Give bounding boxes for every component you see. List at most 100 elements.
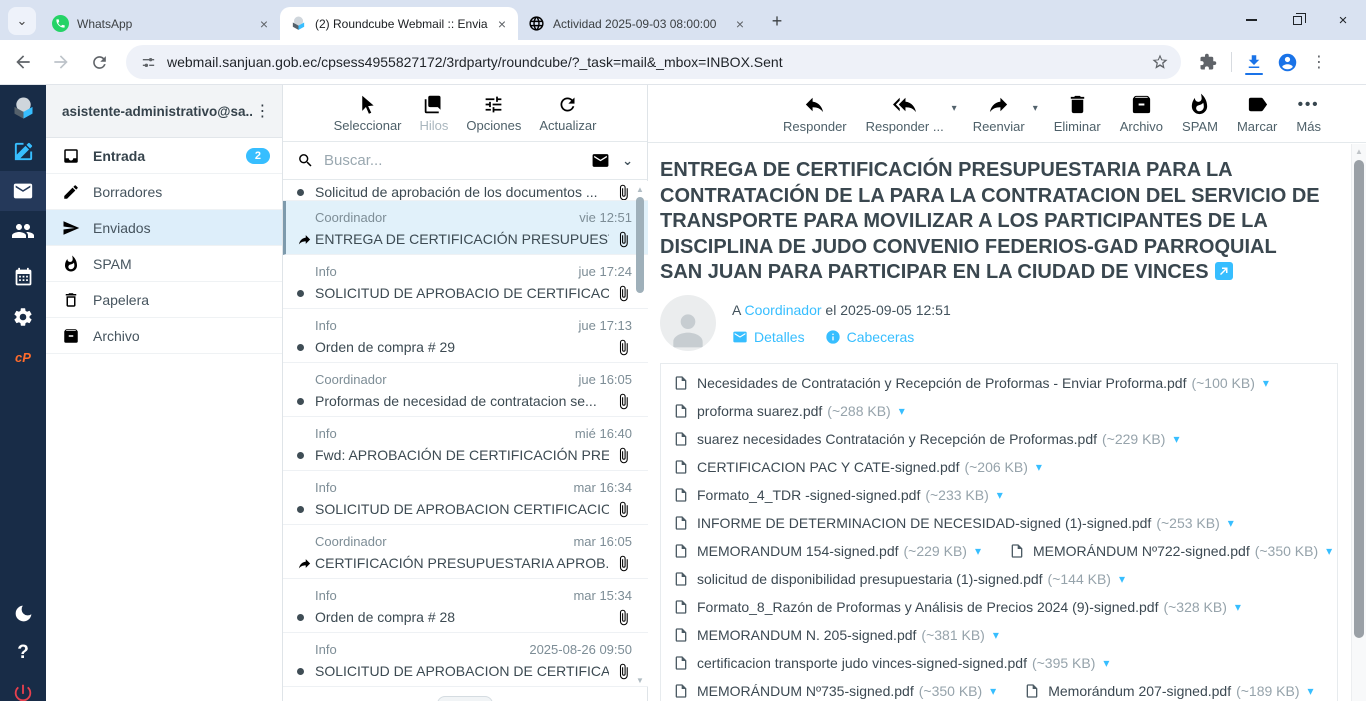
settings-gear-icon[interactable]: [0, 297, 46, 337]
message-row[interactable]: Info2025-08-26 09:50 SOLICITUD DE APROBA…: [283, 633, 648, 687]
attachment-caret-icon[interactable]: ▾: [990, 684, 996, 698]
window-restore-button[interactable]: [1274, 0, 1320, 40]
more-button[interactable]: ••• Más: [1296, 93, 1321, 134]
spam-button[interactable]: SPAM: [1182, 93, 1218, 134]
attachment-caret-icon[interactable]: ▾: [1119, 572, 1125, 586]
tab-close-icon[interactable]: ×: [494, 16, 510, 32]
attachment-caret-icon[interactable]: ▾: [1103, 656, 1109, 670]
sidebar-item-enviados[interactable]: Enviados: [46, 210, 282, 246]
attachment-caret-icon[interactable]: ▾: [997, 488, 1003, 502]
message-row[interactable]: Infomar 15:34 Orden de compra # 28: [283, 579, 648, 633]
attachment[interactable]: MEMORÁNDUM Nº722-signed.pdf(~350 KB)▾: [1009, 543, 1332, 559]
extensions-icon[interactable]: [1193, 47, 1223, 77]
message-row[interactable]: Coordinadormar 16:05 CERTIFICACIÓN PRESU…: [283, 525, 648, 579]
mark-button[interactable]: Marcar: [1237, 93, 1277, 134]
delete-button[interactable]: Eliminar: [1054, 93, 1101, 134]
calendar-icon[interactable]: [0, 257, 46, 297]
cpanel-icon[interactable]: cP: [0, 337, 46, 377]
attachment-caret-icon[interactable]: ▾: [975, 544, 981, 558]
attachment[interactable]: Formato_8_Razón de Proformas y Análisis …: [673, 599, 1241, 615]
help-icon[interactable]: ?: [0, 633, 46, 673]
roundcube-logo[interactable]: [0, 85, 46, 131]
select-button[interactable]: Seleccionar: [334, 94, 402, 133]
attachment[interactable]: MEMORÁNDUM Nº735-signed.pdf(~350 KB)▾: [673, 683, 996, 699]
search-input[interactable]: [324, 152, 591, 169]
forward-button[interactable]: Reenviar ▾: [973, 93, 1025, 134]
tab-close-icon[interactable]: ×: [256, 16, 272, 32]
refresh-button[interactable]: Actualizar: [539, 94, 596, 133]
attachment[interactable]: MEMORANDUM 154-signed.pdf(~229 KB)▾: [673, 543, 981, 559]
scroll-up-icon[interactable]: ▲: [634, 185, 646, 194]
recipient-link[interactable]: Coordinador: [744, 302, 821, 318]
url-text[interactable]: webmail.sanjuan.gob.ec/cpsess4955827172/…: [167, 54, 1151, 70]
scroll-up-icon[interactable]: ▲: [1352, 147, 1366, 156]
headers-link[interactable]: Cabeceras: [825, 329, 915, 345]
tab-search-button[interactable]: ⌄: [8, 7, 36, 35]
forward-caret-icon[interactable]: ▾: [1033, 103, 1038, 114]
sidebar-item-archivo[interactable]: Archivo: [46, 318, 282, 354]
message-row[interactable]: Infojue 17:13 Orden de compra # 29: [283, 309, 648, 363]
new-tab-button[interactable]: +: [764, 8, 790, 34]
compose-icon[interactable]: [0, 131, 46, 171]
load-more-pill[interactable]: [437, 696, 493, 701]
profile-icon[interactable]: [1272, 47, 1302, 77]
options-button[interactable]: Opciones: [466, 94, 521, 133]
search-scope-caret-icon[interactable]: ⌄: [622, 153, 633, 169]
url-bar[interactable]: webmail.sanjuan.gob.ec/cpsess4955827172/…: [126, 45, 1181, 79]
reload-button[interactable]: [84, 47, 114, 77]
message-row[interactable]: Coordinadorjue 16:05 Proformas de necesi…: [283, 363, 648, 417]
attachment-caret-icon[interactable]: ▾: [1263, 376, 1269, 390]
tab-actividad[interactable]: Actividad 2025-09-03 08:00:00 ×: [518, 7, 756, 40]
reply-all-button[interactable]: Responder ... ▾: [866, 93, 944, 134]
downloads-icon[interactable]: [1240, 47, 1268, 77]
attachment-caret-icon[interactable]: ▾: [993, 628, 999, 642]
message-row[interactable]: Infomié 16:40 Fwd: APROBACIÓN DE CERTIFI…: [283, 417, 648, 471]
attachment-caret-icon[interactable]: ▾: [1036, 460, 1042, 474]
tab-roundcube-active[interactable]: (2) Roundcube Webmail :: Envia ×: [280, 7, 518, 40]
search-scope-mail-icon[interactable]: [591, 151, 610, 170]
attachment[interactable]: Memorándum 207-signed.pdf(~189 KB)▾: [1024, 683, 1313, 699]
attachment-caret-icon[interactable]: ▾: [1308, 684, 1314, 698]
attachment-caret-icon[interactable]: ▾: [1173, 432, 1179, 446]
list-scrollbar[interactable]: ▲ ▼: [634, 181, 646, 687]
attachment[interactable]: suarez necesidades Contratación y Recepc…: [673, 431, 1179, 447]
dark-mode-moon-icon[interactable]: [0, 593, 46, 633]
details-link[interactable]: Detalles: [732, 329, 805, 345]
message-row-selected[interactable]: Coordinadorvie 12:51 ENTREGA DE CERTIFIC…: [283, 201, 648, 255]
attachment[interactable]: INFORME DE DETERMINACION DE NECESIDAD-si…: [673, 515, 1234, 531]
attachment[interactable]: proforma suarez.pdf(~288 KB)▾: [673, 403, 905, 419]
tab-whatsapp[interactable]: WhatsApp ×: [42, 7, 280, 40]
archive-button[interactable]: Archivo: [1120, 93, 1163, 134]
mail-icon[interactable]: [0, 171, 46, 211]
forward-button[interactable]: [46, 47, 76, 77]
reply-button[interactable]: Responder: [783, 93, 847, 134]
message-row[interactable]: Infomar 16:34 SOLICITUD DE APROBACION CE…: [283, 471, 648, 525]
reader-scrollbar[interactable]: ▲: [1351, 144, 1366, 701]
browser-menu-icon[interactable]: ⋮: [1304, 47, 1334, 77]
attachment-caret-icon[interactable]: ▾: [1228, 516, 1234, 530]
site-settings-icon[interactable]: [140, 54, 157, 71]
reader-scrollbar-thumb[interactable]: [1354, 160, 1364, 638]
sidebar-item-borradores[interactable]: Borradores: [46, 174, 282, 210]
attachment[interactable]: solicitud de disponibilidad presupuestar…: [673, 571, 1125, 587]
account-header[interactable]: asistente-administrativo@sa... ⋮: [46, 85, 282, 138]
attachment[interactable]: certificacion transporte judo vinces-sig…: [673, 655, 1109, 671]
message-row[interactable]: Infojue 17:24 SOLICITUD DE APROBACIO DE …: [283, 255, 648, 309]
contacts-icon[interactable]: [0, 211, 46, 251]
attachment[interactable]: CERTIFICACION PAC Y CATE-signed.pdf(~206…: [673, 459, 1042, 475]
attachment-caret-icon[interactable]: ▾: [1326, 544, 1332, 558]
tab-close-icon[interactable]: ×: [732, 16, 748, 32]
window-close-button[interactable]: ×: [1320, 0, 1366, 40]
account-menu-icon[interactable]: ⋮: [252, 101, 274, 121]
message-row[interactable]: Solicitud de aprobación de los documento…: [283, 181, 648, 201]
back-button[interactable]: [8, 47, 38, 77]
list-scrollbar-thumb[interactable]: [636, 197, 644, 293]
attachment-caret-icon[interactable]: ▾: [1235, 600, 1241, 614]
bookmark-star-icon[interactable]: [1151, 53, 1169, 71]
external-link-icon[interactable]: [1215, 262, 1233, 280]
scroll-down-icon[interactable]: ▼: [634, 676, 646, 685]
threads-button[interactable]: Hilos: [420, 94, 449, 133]
attachment-caret-icon[interactable]: ▾: [899, 404, 905, 418]
attachment[interactable]: MEMORANDUM N. 205-signed.pdf(~381 KB)▾: [673, 627, 999, 643]
sidebar-item-papelera[interactable]: Papelera: [46, 282, 282, 318]
